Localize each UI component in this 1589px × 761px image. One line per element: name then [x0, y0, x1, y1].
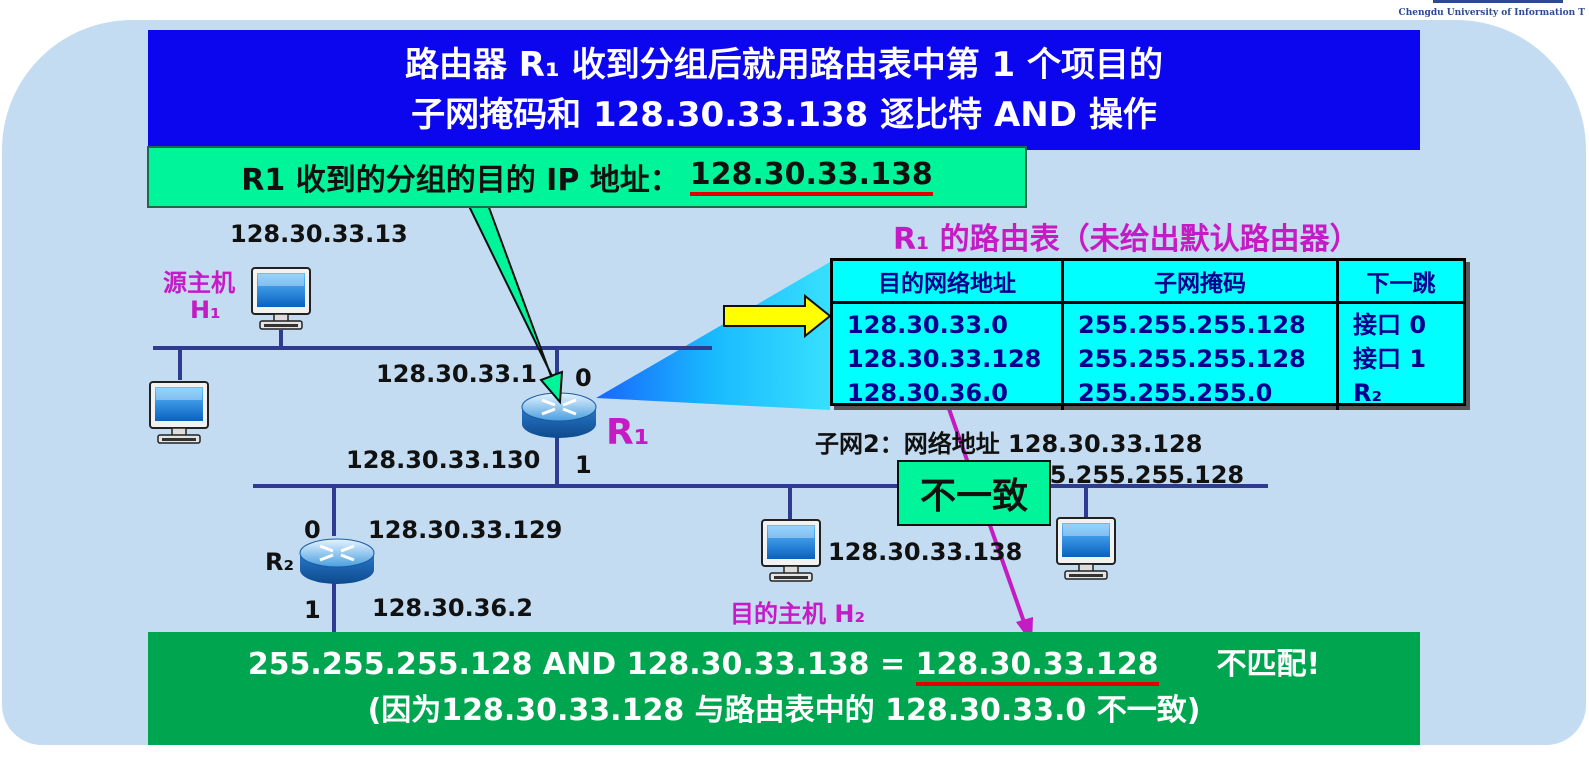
rt-col-dest: 128.30.33.0 128.30.33.128 128.30.36.0	[833, 302, 1064, 410]
r2-if0-ip: 128.30.33.129	[368, 516, 563, 544]
bottom-line2: (因为128.30.33.128 与路由表中的 128.30.33.0 不一致)	[367, 693, 1201, 728]
host-h2-pc-icon	[761, 519, 821, 582]
r2-if0: 0	[304, 516, 321, 544]
rt-cell: 128.30.33.128	[847, 345, 1042, 373]
rt-cell: 255.255.255.0	[1078, 379, 1273, 407]
and-expression: 255.255.255.128 AND 128.30.33.138 =	[247, 647, 916, 682]
top-banner-line2: 子网掩码和 128.30.33.138 逐比特 AND 操作	[411, 95, 1157, 135]
verdict: 不匹配!	[1216, 647, 1321, 682]
bottom-banner: 255.255.255.128 AND 128.30.33.138 = 128.…	[148, 632, 1420, 745]
rt-col-next: 接口 0 接口 1 R₂	[1338, 303, 1464, 411]
rt-header-next: 下一跳	[1337, 261, 1463, 304]
r2-name: R₂	[265, 548, 294, 576]
h1-label: 源主机	[163, 269, 235, 297]
rt-cell: 255.255.255.128	[1078, 345, 1306, 373]
mismatch-label: 不一致	[897, 460, 1051, 526]
rt-cell: 接口 1	[1353, 345, 1427, 373]
table-beam	[596, 262, 830, 410]
dest-ip-address: 128.30.33.138	[689, 158, 933, 196]
rt-cell: 255.255.255.128	[1078, 311, 1306, 339]
subnet2-line1: 子网2：网络地址 128.30.33.128	[815, 430, 1203, 458]
routing-table: 目的网络地址 子网掩码 下一跳 128.30.33.0 128.30.33.12…	[830, 258, 1466, 410]
r1-if0-ip: 128.30.33.1	[376, 360, 537, 388]
h2-label: 目的主机 H₂	[730, 600, 865, 628]
top-banner-line1: 路由器 R₁ 收到分组后就用路由表中第 1 个项目的	[404, 45, 1164, 85]
rt-header-mask: 子网掩码	[1062, 261, 1339, 304]
r1-if1-ip: 128.30.33.130	[346, 446, 541, 474]
router-r2-icon	[298, 537, 376, 586]
bottom-line1: 255.255.255.128 AND 128.30.33.138 = 128.…	[148, 642, 1420, 688]
rt-col-mask: 255.255.255.128 255.255.255.128 255.255.…	[1062, 302, 1339, 410]
r2-if1-ip: 128.30.36.2	[372, 594, 533, 622]
host-pc-icon	[1056, 517, 1116, 580]
r1-if1: 1	[575, 451, 592, 479]
dest-ip-box: R1 收到的分组的目的 IP 地址： 128.30.33.138	[147, 146, 1027, 208]
h1-ip: 128.30.33.13	[230, 220, 408, 248]
rt-cell: 128.30.36.0	[847, 379, 1008, 407]
r1-if0: 0	[575, 364, 592, 392]
routing-table-title: R₁ 的路由表（未给出默认路由器）	[893, 222, 1360, 257]
rt-cell: 128.30.33.0	[847, 311, 1008, 339]
top-banner: 路由器 R₁ 收到分组后就用路由表中第 1 个项目的 子网掩码和 128.30.…	[148, 30, 1420, 150]
host-h1-pc-icon	[251, 267, 311, 330]
h1-name: H₁	[190, 296, 221, 324]
rt-header-dest: 目的网络地址	[833, 261, 1064, 304]
rt-cell: 接口 0	[1353, 311, 1427, 339]
dest-ip-label: R1 收到的分组的目的 IP 地址：	[241, 163, 680, 198]
r1-name: R₁	[606, 412, 650, 453]
r2-if1: 1	[304, 596, 321, 624]
rt-cell: R₂	[1353, 379, 1382, 407]
host-pc-icon	[149, 381, 209, 444]
h2-ip: 128.30.33.138	[828, 538, 1023, 566]
and-result: 128.30.33.128	[915, 647, 1159, 686]
